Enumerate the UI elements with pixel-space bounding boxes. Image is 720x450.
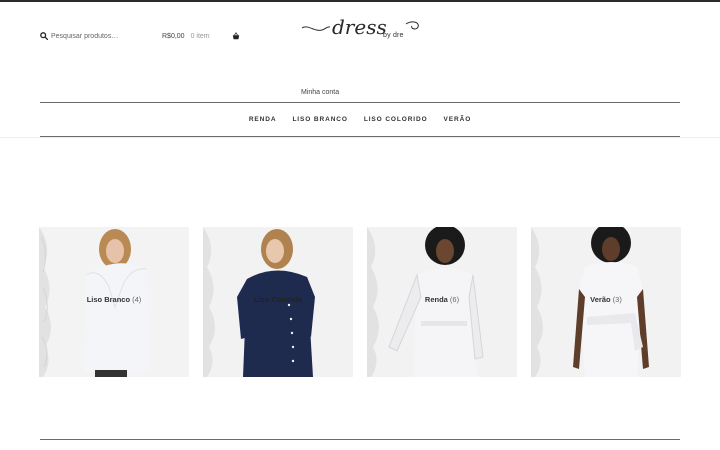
search-icon[interactable] [40, 27, 49, 45]
cart-count: 0 item [190, 32, 210, 40]
search-input[interactable] [51, 30, 151, 42]
category-tile-liso-branco[interactable]: Liso Branco (4) [39, 227, 189, 377]
basket-icon[interactable] [232, 32, 240, 40]
header-bottom-border [0, 137, 720, 138]
category-label: Liso Colorido [203, 295, 353, 304]
category-name: Liso Colorido [253, 295, 303, 304]
category-count: (4) [132, 295, 142, 304]
logo-subtitle: by dre [383, 32, 404, 39]
footer-divider [40, 439, 680, 440]
cart-total: R$0,00 [162, 32, 185, 40]
site-logo[interactable]: dress by dre [300, 14, 422, 44]
category-name: Renda [424, 295, 448, 304]
category-tile-verao[interactable]: Verão (3) [531, 227, 681, 377]
product-search[interactable] [40, 30, 151, 42]
category-label: Renda (6) [367, 295, 517, 304]
category-label: Liso Branco (4) [39, 295, 189, 304]
category-count: (6) [449, 295, 460, 304]
category-tile-liso-colorido[interactable]: Liso Colorido [203, 227, 353, 377]
header-divider [40, 102, 680, 103]
logo-wordmark: dress [332, 15, 387, 39]
nav-item-liso-branco[interactable]: LISO BRANCO [292, 116, 347, 123]
category-name: Verão [590, 295, 611, 304]
nav-item-liso-colorido[interactable]: LISO COLORIDO [364, 116, 428, 123]
category-name: Liso Branco [86, 295, 131, 304]
top-border [0, 0, 720, 2]
category-tile-renda[interactable]: Renda (6) [367, 227, 517, 377]
primary-nav: RENDA LISO BRANCO LISO COLORIDO VERÃO [0, 116, 720, 123]
nav-item-verao[interactable]: VERÃO [444, 116, 472, 123]
logo-script: dress [301, 15, 419, 39]
nav-item-renda[interactable]: RENDA [249, 116, 277, 123]
my-account-link[interactable]: Minha conta [301, 89, 339, 96]
cart-link[interactable]: R$0,00 0 item [162, 31, 240, 41]
category-label: Verão (3) [531, 295, 681, 304]
category-count: (3) [612, 295, 622, 304]
